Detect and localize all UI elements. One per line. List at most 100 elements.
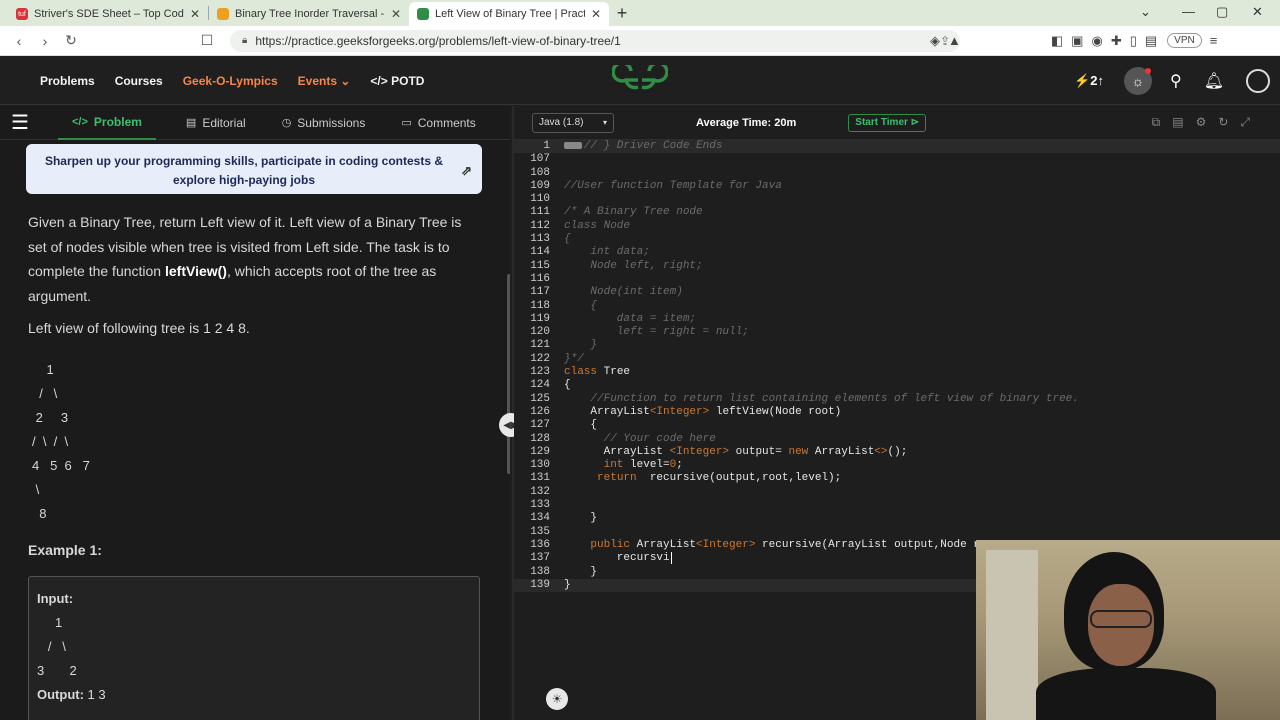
close-icon[interactable]: ✕: [591, 7, 601, 21]
line-number: 120: [530, 326, 550, 339]
code-line[interactable]: 133: [514, 499, 1280, 512]
extension-icon[interactable]: ▣: [1071, 33, 1083, 49]
file-icon[interactable]: ▤: [1172, 115, 1183, 130]
menu-icon[interactable]: ≡: [1210, 33, 1218, 48]
bookmark-icon[interactable]: ☐: [194, 32, 220, 49]
nav-geek-o-lympics[interactable]: Geek-O-Lympics: [183, 74, 278, 88]
close-icon[interactable]: ✕: [391, 7, 401, 21]
striver-favicon-icon: tuf: [16, 8, 28, 20]
browser-tab-striver[interactable]: tuf Striver's SDE Sheet – Top Coding Int…: [8, 2, 208, 26]
nav-potd[interactable]: </> POTD: [370, 74, 424, 88]
code-line[interactable]: 117 Node(int item): [514, 286, 1280, 299]
code-text: class Node: [564, 219, 631, 232]
code-line[interactable]: 111 /* A Binary Tree node: [514, 206, 1280, 219]
nav-events[interactable]: Events ⌄: [298, 74, 351, 88]
problem-tabs: ☰ </> Problem ▤ Editorial ◷ Submissions ▭ Co…: [0, 106, 510, 140]
copy-icon[interactable]: ⧉: [1152, 115, 1161, 130]
code-line[interactable]: 110: [514, 193, 1280, 206]
minimize-button[interactable]: —: [1182, 4, 1195, 19]
code-line[interactable]: 126 ArrayList<Integer> leftView(Node roo…: [514, 406, 1280, 419]
code-line[interactable]: 119 data = item;: [514, 313, 1280, 326]
tab-problem[interactable]: </> Problem: [58, 106, 156, 140]
code-line[interactable]: 127 {: [514, 419, 1280, 432]
window-close-button[interactable]: ✕: [1252, 4, 1263, 20]
language-select[interactable]: Java (1.8) ▾: [532, 112, 614, 133]
code-line[interactable]: 120 left = right = null;: [514, 326, 1280, 339]
start-timer-button[interactable]: Start Timer ⊳: [848, 113, 927, 132]
bulb-icon[interactable]: ☀: [546, 688, 568, 710]
external-link-icon[interactable]: ⇗: [461, 161, 472, 180]
extension-icon[interactable]: ◧: [1051, 33, 1063, 49]
code-line[interactable]: 121 }: [514, 339, 1280, 352]
code-line[interactable]: 112 class Node: [514, 220, 1280, 233]
code-line[interactable]: 116: [514, 273, 1280, 286]
bell-icon[interactable]: 🔔︎: [1204, 71, 1224, 91]
url-field[interactable]: 🔒︎ https://practice.geeksforgeeks.org/pr…: [230, 29, 960, 52]
clock-icon: ◷: [281, 117, 292, 129]
nav-problems[interactable]: Problems: [40, 74, 95, 88]
code-text: int level=0;: [603, 459, 683, 472]
code-line[interactable]: 118 {: [514, 300, 1280, 313]
extension-icon[interactable]: ◉: [1091, 33, 1102, 49]
close-icon[interactable]: ✕: [190, 7, 200, 21]
back-icon[interactable]: ‹: [6, 33, 32, 49]
tab-submissions[interactable]: ◷ Submissions: [268, 106, 380, 140]
streak-counter[interactable]: ⚡2↑: [1074, 73, 1104, 89]
fullscreen-icon[interactable]: ⤢: [1240, 115, 1250, 130]
code-line[interactable]: 125 //Function to return list containing…: [514, 393, 1280, 406]
code-line[interactable]: 122}*/: [514, 353, 1280, 366]
gfg-favicon-icon: [417, 8, 429, 20]
maximize-button[interactable]: ▢: [1216, 4, 1228, 20]
line-number: 111: [530, 206, 550, 219]
gfg-logo[interactable]: [612, 65, 668, 95]
browser-tab-bar: tuf Striver's SDE Sheet – Top Coding Int…: [0, 0, 1280, 26]
code-line[interactable]: 134 }: [514, 512, 1280, 525]
forward-icon[interactable]: ›: [32, 33, 58, 49]
code-line[interactable]: 1 // } Driver Code Ends: [514, 140, 1280, 154]
code-line[interactable]: 135: [514, 526, 1280, 539]
example-box: Input: 1 / \ 3 2 Output: 1 3: [28, 576, 480, 720]
code-text: data = item;: [564, 312, 697, 325]
settings-icon[interactable]: ⚙: [1196, 115, 1207, 130]
code-line[interactable]: 131 return recursive(output,root,level);: [514, 472, 1280, 485]
search-icon[interactable]: ⚲: [1170, 71, 1182, 91]
avatar[interactable]: [1246, 69, 1270, 93]
code-line[interactable]: 123 class Tree: [514, 366, 1280, 379]
tab-editorial[interactable]: ▤ Editorial: [172, 106, 260, 140]
promo-banner[interactable]: Sharpen up your programming skills, part…: [26, 144, 482, 194]
hamburger-icon[interactable]: ☰: [0, 110, 40, 135]
rewards-icon[interactable]: ▲: [948, 33, 961, 48]
theme-toggle-button[interactable]: ☼: [1123, 67, 1152, 95]
code-line[interactable]: 114 int data;: [514, 246, 1280, 259]
line-number: 123: [530, 366, 550, 379]
tab-comments[interactable]: ▭ Comments: [387, 106, 489, 140]
code-line[interactable]: 109 //User function Template for Java: [514, 180, 1280, 193]
browser-tab-leetcode[interactable]: Binary Tree Inorder Traversal - LeetCod …: [209, 2, 409, 26]
play-icon: ⊳: [910, 117, 920, 128]
line-number: 118: [530, 299, 550, 312]
reset-icon[interactable]: ↻: [1218, 115, 1228, 130]
code-line[interactable]: 129 ArrayList <Integer> output= new Arra…: [514, 446, 1280, 459]
code-line[interactable]: 130 int level=0;: [514, 459, 1280, 472]
code-line[interactable]: 124 {: [514, 379, 1280, 392]
code-line[interactable]: 128 // Your code here: [514, 433, 1280, 446]
code-line[interactable]: 113 {: [514, 233, 1280, 246]
browser-tab-gfg[interactable]: Left View of Binary Tree | Practice | Ge…: [409, 2, 609, 26]
new-tab-button[interactable]: +: [609, 3, 635, 24]
code-text: }: [564, 578, 571, 591]
tab-search-icon[interactable]: ⌄: [1140, 4, 1151, 20]
nav-courses[interactable]: Courses: [115, 74, 163, 88]
code-line[interactable]: 132: [514, 486, 1280, 499]
fold-marker-icon[interactable]: [564, 142, 582, 149]
brave-shield-icon[interactable]: ◈: [930, 33, 940, 49]
sidebar-icon[interactable]: ▯: [1130, 33, 1137, 49]
scrollbar[interactable]: [507, 274, 510, 474]
vpn-button[interactable]: VPN: [1167, 33, 1202, 48]
reload-icon[interactable]: ↻: [58, 32, 84, 49]
code-line[interactable]: 108: [514, 167, 1280, 180]
code-text: //Function to return list containing ele…: [564, 392, 1079, 405]
wallet-icon[interactable]: ▤: [1145, 33, 1157, 49]
code-line[interactable]: 107: [514, 153, 1280, 166]
puzzle-icon[interactable]: ✚: [1111, 33, 1122, 49]
code-line[interactable]: 115 Node left, right;: [514, 260, 1280, 273]
